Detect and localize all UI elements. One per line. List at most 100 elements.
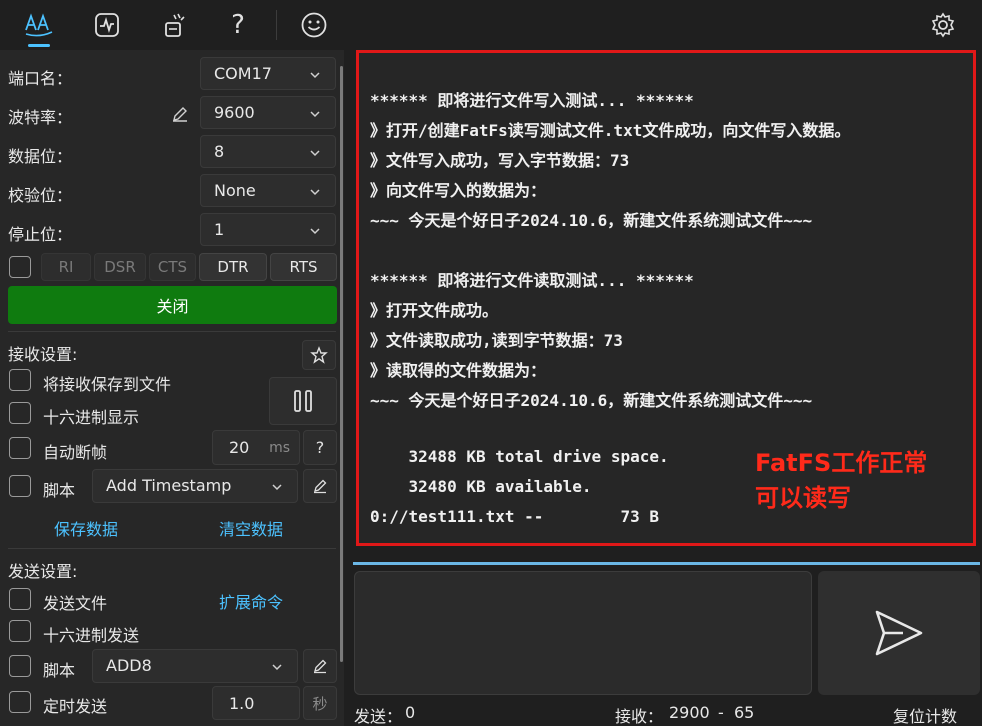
favorite-button[interactable]	[302, 340, 336, 370]
terminal-line: 0://test111.txt -- 73 B	[370, 507, 659, 526]
timed-send-value: 1.0	[229, 694, 255, 713]
activity-icon[interactable]	[90, 8, 124, 42]
dtr-button[interactable]: DTR	[199, 253, 267, 281]
text-font-icon[interactable]	[22, 8, 56, 42]
databits-value: 8	[214, 142, 225, 161]
toolbar-separator	[276, 10, 277, 40]
timed-send-label: 定时发送	[43, 697, 108, 716]
signal-dsr[interactable]: DSR	[94, 253, 146, 281]
auto-frame-label: 自动断帧	[43, 443, 108, 462]
pause-icon	[294, 390, 312, 412]
pencil-icon	[314, 479, 327, 494]
signal-cts[interactable]: CTS	[149, 253, 196, 281]
parity-label: 校验位：	[8, 186, 73, 205]
extend-command-link[interactable]: 扩展命令	[219, 589, 283, 613]
send-script-label: 脚本	[43, 661, 76, 680]
hex-send-checkbox[interactable]	[9, 620, 31, 642]
terminal-line: ****** 即将进行文件写入测试... ******	[370, 91, 694, 110]
timed-send-checkbox[interactable]	[9, 691, 31, 713]
star-icon	[310, 346, 328, 364]
annotation-text: FatFS工作正常	[755, 449, 928, 477]
recv-count-sep: -	[718, 703, 724, 722]
gear-icon[interactable]	[926, 8, 960, 42]
chevron-down-icon	[309, 105, 321, 124]
auto-frame-unit: ms	[269, 440, 290, 456]
signal-ri[interactable]: RI	[41, 253, 91, 281]
auto-frame-input[interactable]: 20 ms	[212, 430, 300, 465]
pause-button[interactable]	[269, 377, 337, 425]
save-to-file-checkbox[interactable]	[9, 369, 31, 391]
terminal-line: 》打开文件成功。	[370, 301, 499, 320]
edit-pen-icon[interactable]	[170, 104, 190, 128]
auto-frame-checkbox[interactable]	[9, 437, 31, 459]
scrollbar[interactable]	[340, 66, 343, 662]
send-button[interactable]	[818, 571, 980, 695]
divider	[8, 331, 336, 332]
terminal-line: ~~~ 今天是个好日子2024.10.6，新建文件系统测试文件~~~	[370, 211, 813, 230]
reset-count-link[interactable]: 复位计数	[893, 703, 957, 726]
save-data-link[interactable]: 保存数据	[54, 516, 118, 540]
signal-checkbox[interactable]	[9, 256, 31, 278]
chevron-down-icon	[309, 183, 321, 202]
send-script-select[interactable]: ADD8	[92, 649, 298, 683]
send-script-checkbox[interactable]	[9, 655, 31, 677]
hex-send-label: 十六进制发送	[43, 626, 140, 645]
timed-send-input[interactable]: 1.0	[212, 686, 300, 720]
receive-terminal[interactable]: ****** 即将进行文件写入测试... ****** 》打开/创建FatFs读…	[356, 50, 976, 546]
sent-count-value: 0	[405, 703, 416, 722]
receive-script-label: 脚本	[43, 481, 76, 500]
save-to-file-label: 将接收保存到文件	[43, 375, 172, 394]
divider	[8, 548, 336, 549]
port-value: COM17	[214, 64, 272, 83]
send-script-value: ADD8	[106, 656, 152, 675]
auto-frame-value: 20	[229, 438, 250, 457]
stopbits-value: 1	[214, 220, 225, 239]
terminal-line: 》打开/创建FatFs读写测试文件.txt文件成功，向文件写入数据。	[370, 121, 851, 140]
terminal-line: 》向文件写入的数据为：	[370, 181, 547, 200]
send-icon	[875, 610, 923, 656]
rts-button[interactable]: RTS	[270, 253, 337, 281]
active-tab-indicator	[28, 44, 50, 47]
databits-select[interactable]: 8	[200, 135, 336, 168]
chevron-down-icon	[309, 66, 321, 85]
parity-select[interactable]: None	[200, 174, 336, 207]
chevron-down-icon	[309, 144, 321, 163]
pencil-icon	[314, 659, 327, 674]
terminal-line: 》文件读取成功,读到字节数据：73	[370, 331, 623, 350]
sent-count-label: 发送：	[354, 707, 403, 726]
terminal-line: 32480 KB available.	[370, 477, 592, 496]
hex-display-checkbox[interactable]	[9, 402, 31, 424]
baud-select[interactable]: 9600	[200, 96, 336, 129]
annotation-text: 可以读写	[755, 484, 851, 512]
top-toolbar: ?	[0, 0, 982, 50]
chevron-down-icon	[271, 658, 283, 677]
chevron-down-icon	[271, 478, 283, 497]
terminal-line: 》读取得的文件数据为：	[370, 361, 547, 380]
parity-value: None	[214, 181, 256, 200]
edit-receive-script-button[interactable]	[303, 469, 337, 503]
edit-send-script-button[interactable]	[303, 649, 337, 683]
help-icon[interactable]: ?	[221, 8, 255, 42]
port-label: 端口名：	[8, 69, 73, 88]
send-settings-title: 发送设置:	[8, 562, 78, 581]
port-select[interactable]: COM17	[200, 57, 336, 90]
recv-count-extra: 65	[734, 703, 755, 722]
focus-underline	[353, 562, 980, 565]
magic-wand-icon[interactable]	[157, 8, 191, 42]
recv-count-value: 2900	[669, 703, 710, 722]
stopbits-select[interactable]: 1	[200, 213, 336, 246]
clear-data-link[interactable]: 清空数据	[219, 516, 283, 540]
send-file-label: 发送文件	[43, 594, 108, 613]
baud-label: 波特率：	[8, 108, 73, 127]
databits-label: 数据位：	[8, 147, 73, 166]
terminal-line: 32488 KB total drive space.	[370, 447, 669, 466]
receive-script-checkbox[interactable]	[9, 475, 31, 497]
receive-script-select[interactable]: Add Timestamp	[92, 469, 298, 503]
send-input[interactable]	[354, 571, 812, 695]
smiley-icon[interactable]	[297, 8, 331, 42]
send-file-checkbox[interactable]	[9, 588, 31, 610]
hex-display-label: 十六进制显示	[43, 408, 140, 427]
help-button[interactable]: ?	[303, 430, 337, 465]
close-port-button[interactable]: 关闭	[8, 286, 337, 324]
stopbits-label: 停止位：	[8, 225, 73, 244]
